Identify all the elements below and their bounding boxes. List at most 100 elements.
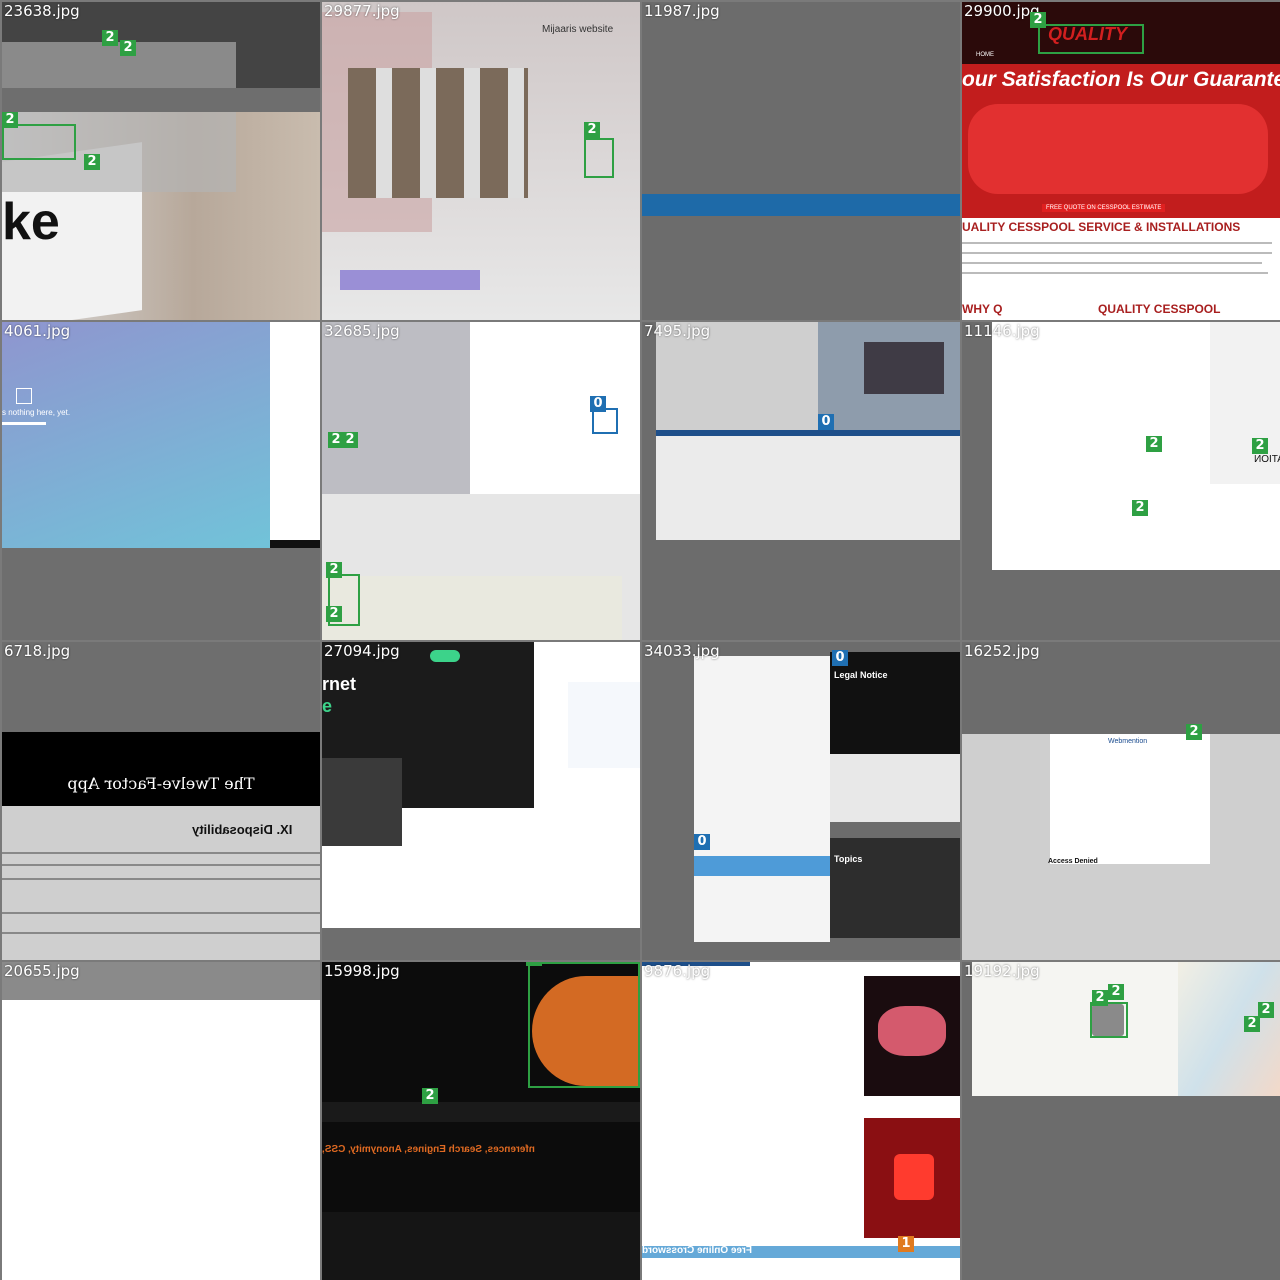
tile-4-cta[interactable]: FREE QUOTE ON CESSPOOL ESTIMATE: [1042, 204, 1166, 212]
tile-13: 20655.jpg: [2, 962, 320, 1280]
tile-12-marker: 2: [1186, 724, 1202, 740]
tile-9-text-line: [2, 932, 320, 934]
tile-15-marker: 1: [898, 1236, 914, 1252]
tile-9: The Twelve-Factor App IX. Disposability …: [2, 642, 320, 960]
tile-11-filename: 34033.jpg: [644, 642, 720, 660]
tile-1-marker-b: 2: [120, 40, 136, 56]
tile-5-gradient: s nothing here, yet.: [2, 322, 270, 548]
tile-12: Webmention Access Denied 2 16252.jpg: [962, 642, 1280, 960]
tile-4-nav-home[interactable]: HOME: [976, 52, 994, 58]
tile-16-art: [1178, 962, 1280, 1096]
tile-6-marker-0: 0: [590, 396, 606, 412]
tile-4-hero: our Satisfaction Is Our Guarantee FREE Q…: [962, 64, 1280, 218]
tile-4-filename: 29900.jpg: [964, 2, 1040, 20]
tile-11-legal-panel: Legal Notice: [830, 652, 960, 754]
tile-4-text-line: [962, 242, 1272, 244]
tile-8-ation-text: ATION: [1254, 454, 1280, 465]
tile-9-filename: 6718.jpg: [4, 642, 71, 660]
tile-1-marker-d: 2: [84, 154, 100, 170]
tile-4-bbox: [1038, 24, 1144, 54]
tile-6-sidebar: [322, 322, 470, 494]
tile-10-side-panel: [568, 682, 640, 768]
tile-6-marker-c: 2: [326, 562, 342, 578]
tile-4-why: WHY Q: [962, 302, 1003, 316]
tile-14-bbox: [528, 962, 640, 1088]
tile-6-footer-panel: [322, 576, 622, 640]
tile-10-filename: 27094.jpg: [324, 642, 400, 660]
tile-1-marker-a: 2: [102, 30, 118, 46]
tile-10-card: [322, 758, 402, 846]
tile-5-empty-text: s nothing here, yet.: [2, 408, 71, 417]
tile-2-marker: 2: [584, 122, 600, 138]
tile-4-why-2: QUALITY CESSPOOL: [1098, 302, 1221, 316]
tile-7-gallery-image: [864, 342, 944, 394]
tile-6-marker-d: 2: [326, 606, 342, 622]
tile-5-logo-icon: [16, 388, 32, 404]
tile-14-marker-b: 2: [422, 1088, 438, 1104]
tile-3-filename: 11987.jpg: [644, 2, 720, 20]
tile-16-marker-d: 2: [1244, 1016, 1260, 1032]
tile-9-title: The Twelve-Factor App: [67, 774, 255, 793]
tile-12-page: Webmention Access Denied: [962, 734, 1280, 960]
tile-14-marker-a: 2: [526, 962, 542, 966]
tile-16-marker-a: 2: [1092, 990, 1108, 1006]
tile-10-heading-1: rnet: [322, 674, 357, 694]
tile-14-cards: [322, 1212, 640, 1280]
tile-1-marker-c: 2: [2, 112, 18, 128]
tile-10-cta-button[interactable]: [430, 650, 460, 662]
tile-6-filename: 32685.jpg: [324, 322, 400, 340]
tile-6-marker-b: 2: [342, 432, 358, 448]
tile-7-marker-0: 0: [818, 414, 834, 430]
tile-10: rnet e 27094.jpg: [322, 642, 640, 960]
tile-15-art-1-figure: [878, 1006, 946, 1056]
tile-12-site-title: Webmention: [1108, 738, 1148, 745]
tile-14-filename: 15998.jpg: [324, 962, 400, 980]
tile-9-text-line: [2, 912, 320, 914]
tile-5-link[interactable]: [2, 422, 46, 425]
tile-8-marker-a: 2: [1146, 436, 1162, 452]
tile-15-crossword: Free Online Crossword: [642, 1245, 753, 1256]
tile-2-banner: [340, 270, 480, 290]
tile-6-footer: [322, 494, 640, 640]
tile-4-text-line: [962, 252, 1272, 254]
tile-2-filename: 29877.jpg: [324, 2, 400, 20]
tile-12-access-denied: Access Denied: [1048, 858, 1098, 865]
image-grid: ke 2 2 2 2 23638.jpg Mijaaris website 2 …: [0, 0, 1280, 1280]
tile-11-topics-panel: Topics: [830, 838, 960, 938]
tile-9-text-line: [2, 878, 320, 880]
tile-1: ke 2 2 2 2 23638.jpg: [2, 2, 320, 320]
tile-11-blue-banner: [694, 856, 830, 876]
tile-9-text-line: [2, 852, 320, 854]
tile-7-table-area: [656, 430, 960, 540]
tile-9-heading: IX. Disposability: [192, 822, 293, 837]
tile-10-heading-2: e: [322, 696, 333, 716]
tile-9-header: The Twelve-Factor App: [2, 732, 320, 806]
tile-9-text-line: [2, 864, 320, 866]
tile-4-truck: [968, 104, 1268, 194]
tile-12-filename: 16252.jpg: [964, 642, 1040, 660]
tile-11-document: [694, 656, 830, 942]
tile-16-marker-c: 2: [1258, 1002, 1274, 1018]
tile-15-art-2-figure: [894, 1154, 934, 1200]
tile-4-text-line: [962, 262, 1262, 264]
tile-5-padding: [2, 548, 320, 640]
tile-1-top-page: [2, 42, 236, 88]
tile-14: nferences, Search Engines, Anonymity, CS…: [322, 962, 640, 1280]
tile-4-heading: UALITY CESSPOOL SERVICE & INSTALLATIONS: [962, 220, 1241, 234]
tile-10-padding: [322, 928, 640, 960]
tile-14-section-title: nferences, Search Engines, Anonymity, CS…: [322, 1144, 535, 1155]
tile-4-marker: 2: [1030, 12, 1046, 28]
tile-4-slogan: our Satisfaction Is Our Guarantee: [962, 68, 1280, 91]
tile-5-filename: 4061.jpg: [4, 322, 71, 340]
tile-14-nav: [322, 1102, 640, 1122]
tile-4-text-line: [962, 272, 1268, 274]
tile-2-photo-grid: [348, 68, 528, 198]
tile-11-topics-title: Topics: [834, 854, 863, 864]
tile-15-filename: 9876.jpg: [644, 962, 711, 980]
tile-5: s nothing here, yet. 4061.jpg: [2, 322, 320, 640]
tile-7-table-header: [656, 430, 960, 436]
tile-11-mid-panel: [830, 754, 960, 822]
tile-11-marker-top: 0: [832, 650, 848, 666]
tile-4: QUALITY HOME our Satisfaction Is Our Gua…: [962, 2, 1280, 320]
tile-1-ke-text: ke: [2, 193, 60, 251]
